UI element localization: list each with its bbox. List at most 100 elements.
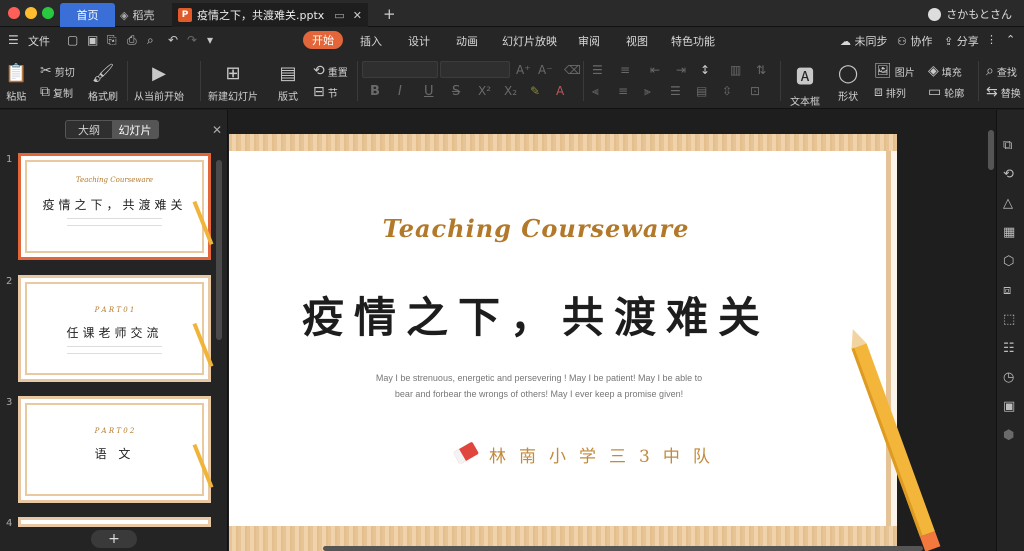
tab-document[interactable]: P 疫情之下，共渡难关.pptx ▭ ✕	[172, 3, 368, 27]
shape-button[interactable]: ◯ 形状	[838, 63, 858, 103]
history-icon[interactable]: ◷	[1003, 370, 1014, 385]
more-icon[interactable]: ⋮	[986, 33, 997, 46]
highlight-icon[interactable]: ✎	[530, 84, 540, 98]
slide-thumbnail-4[interactable]	[18, 517, 211, 527]
format-painter-button[interactable]: 🖌 格式刷	[88, 63, 118, 103]
menu-insert[interactable]: 插入	[360, 33, 382, 49]
smartart-icon[interactable]: ⊡	[750, 84, 760, 98]
menu-file[interactable]: 文件	[28, 33, 50, 49]
vertical-align-icon[interactable]: ⇳	[722, 84, 732, 98]
italic-icon[interactable]: I	[398, 84, 402, 99]
arrange-button[interactable]: ⧈ 排列	[874, 84, 906, 100]
close-window-button[interactable]	[8, 7, 20, 19]
slide-thumbnail-3[interactable]: P A R T 0 2 语 文	[18, 396, 214, 503]
tab-outline[interactable]: 大纲	[66, 121, 112, 138]
panel-scrollbar[interactable]	[216, 160, 222, 340]
section-button[interactable]: ⊟ 节	[313, 84, 338, 100]
find-button[interactable]: ⌕ 查找	[986, 63, 1017, 79]
hamburger-icon[interactable]: ☰	[8, 33, 19, 47]
font-size-select[interactable]	[440, 61, 510, 78]
strikethrough-icon[interactable]: S	[452, 84, 460, 99]
line-spacing-icon[interactable]: ↕	[700, 63, 710, 77]
cube-icon[interactable]: ⬢	[1003, 428, 1014, 443]
numbered-list-icon[interactable]: ≡	[620, 63, 630, 77]
align-right-icon[interactable]: ⫸	[644, 84, 651, 99]
outdent-icon[interactable]: ⇤	[650, 63, 660, 77]
shape-effects-icon[interactable]: △	[1003, 196, 1013, 211]
add-slide-button[interactable]: +	[91, 530, 137, 548]
print-preview-icon[interactable]: ⌕	[147, 33, 154, 48]
properties-icon[interactable]: ☷	[1003, 341, 1015, 356]
open-folder-icon[interactable]: ▢	[67, 33, 78, 47]
text-direction-icon[interactable]: ⇅	[756, 63, 766, 77]
hexagon-icon[interactable]: ⬡	[1003, 254, 1014, 269]
export-icon[interactable]: ⎘	[107, 33, 117, 48]
font-family-select[interactable]	[362, 61, 438, 78]
reset-button[interactable]: ⟲ 重置	[313, 63, 348, 79]
image-icon[interactable]: ▣	[1003, 399, 1015, 414]
table-style-icon[interactable]: ▦	[1003, 225, 1015, 240]
indent-icon[interactable]: ⇥	[676, 63, 686, 77]
sync-status[interactable]: ☁ 未同步	[840, 33, 888, 49]
align-left-icon[interactable]: ⫷	[592, 84, 599, 99]
slide-subtitle[interactable]: Teaching Courseware	[229, 214, 843, 243]
new-tab-button[interactable]: +	[383, 5, 396, 23]
tab-docer[interactable]: ◈ 稻壳	[120, 3, 170, 27]
menu-design[interactable]: 设计	[408, 33, 430, 49]
outline-button[interactable]: ▭ 轮廓	[928, 84, 964, 100]
monitor-icon[interactable]: ▭	[334, 9, 344, 22]
canvas-horizontal-scrollbar[interactable]	[323, 546, 923, 551]
play-from-current-button[interactable]: ▶ 从当前开始	[134, 63, 184, 103]
collab-button[interactable]: ⚇ 协作	[897, 33, 932, 49]
layout-button[interactable]: ▤ 版式	[278, 63, 298, 103]
tab-slides[interactable]: 幻灯片	[112, 121, 158, 138]
menu-home[interactable]: 开始	[303, 31, 343, 49]
school-name[interactable]: 林南小学三3中队	[489, 442, 723, 467]
slide-thumbnail-1[interactable]: Teaching Courseware 疫情之下，共渡难关	[18, 153, 214, 260]
clear-format-icon[interactable]: ⌫	[564, 63, 581, 77]
slide-body[interactable]: May I be strenuous, energetic and persev…	[329, 370, 749, 402]
menu-view[interactable]: 视图	[626, 33, 648, 49]
save-icon[interactable]: ▣	[87, 33, 98, 47]
canvas-vertical-scrollbar[interactable]	[988, 130, 994, 170]
align-center-icon[interactable]: ≡	[618, 84, 628, 98]
close-panel-icon[interactable]: ✕	[212, 123, 222, 137]
undo-icon[interactable]: ↶	[168, 33, 178, 47]
superscript-icon[interactable]: X²	[478, 84, 491, 98]
slide-thumbnail-2[interactable]: P A R T 0 1 任课老师交流	[18, 275, 214, 382]
picture-button[interactable]: 🖼 图片	[874, 63, 915, 79]
menu-special[interactable]: 特色功能	[671, 33, 715, 49]
print-icon[interactable]: ⎙	[127, 33, 137, 48]
increase-font-icon[interactable]: A⁺	[516, 63, 531, 77]
close-tab-icon[interactable]: ✕	[353, 9, 362, 22]
copy-style-icon[interactable]: ⧈	[1003, 283, 1011, 298]
cut-button[interactable]: ✂ 剪切	[40, 63, 75, 79]
customize-dropdown-icon[interactable]: ▾	[207, 33, 213, 47]
bold-icon[interactable]: B	[370, 84, 380, 99]
menu-review[interactable]: 审阅	[578, 33, 600, 49]
new-slide-button[interactable]: ⊞ 新建幻灯片	[208, 63, 258, 103]
decrease-font-icon[interactable]: A⁻	[538, 63, 553, 77]
paste-button[interactable]: 📋 粘贴	[5, 63, 27, 103]
share-button[interactable]: ⇪ 分享	[944, 33, 979, 49]
distribute-icon[interactable]: ▤	[696, 84, 707, 98]
menu-animation[interactable]: 动画	[456, 33, 478, 49]
font-color-icon[interactable]: A	[556, 84, 564, 98]
underline-icon[interactable]: U	[424, 84, 434, 99]
copy-button[interactable]: ⧉ 复制	[40, 84, 73, 100]
transition-icon[interactable]: ⟲	[1003, 167, 1014, 182]
collapse-ribbon-icon[interactable]: ⌃	[1006, 33, 1015, 46]
select-icon[interactable]: ⬚	[1003, 312, 1015, 327]
menu-slideshow[interactable]: 幻灯片放映	[502, 33, 557, 49]
animation-pane-icon[interactable]: ⧉	[1003, 138, 1012, 153]
redo-icon[interactable]: ↷	[187, 33, 197, 47]
slide[interactable]: Teaching Courseware 疫情之下，共渡难关 May I be s…	[229, 134, 941, 551]
user-account[interactable]: さかもとさん	[928, 6, 1012, 22]
slide-title[interactable]: 疫情之下，共渡难关	[229, 284, 843, 345]
replace-button[interactable]: ⇆ 替换	[986, 84, 1021, 100]
subscript-icon[interactable]: X₂	[504, 84, 517, 98]
zoom-window-button[interactable]	[42, 7, 54, 19]
fill-button[interactable]: ◈ 填充	[928, 63, 962, 79]
textbox-button[interactable]: 🅰 文本框	[790, 63, 820, 108]
bullet-list-icon[interactable]: ☰	[592, 63, 603, 77]
